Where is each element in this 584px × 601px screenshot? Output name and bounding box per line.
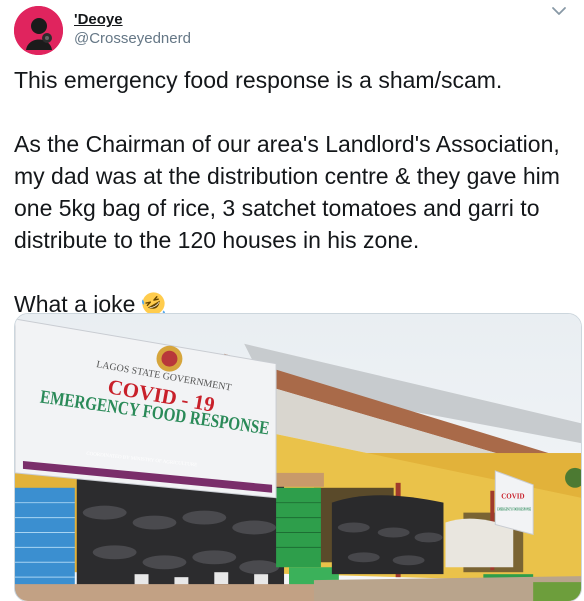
tweet-paragraph: This emergency food response is a sham/s… (14, 67, 503, 93)
display-name[interactable]: 'Deoye (74, 10, 191, 29)
avatar[interactable] (14, 6, 63, 55)
user-handle[interactable]: @Crosseyednerd (74, 29, 191, 49)
tweet-text: This emergency food response is a sham/s… (14, 64, 574, 320)
small-banner-line1: COVID (501, 493, 524, 501)
tweet-card: 'Deoye @Crosseyednerd This emergency foo… (0, 0, 584, 601)
small-banner-line2: EMERGENCY FOOD RESPONSE (497, 507, 531, 512)
chevron-down-icon[interactable] (550, 4, 568, 18)
tweet-paragraph: As the Chairman of our area's Landlord's… (14, 131, 560, 253)
user-info: 'Deoye @Crosseyednerd (74, 10, 191, 49)
tweet-photo[interactable]: LAGOS STATE GOVERNMENT COVID - 19 EMERGE… (14, 313, 582, 601)
